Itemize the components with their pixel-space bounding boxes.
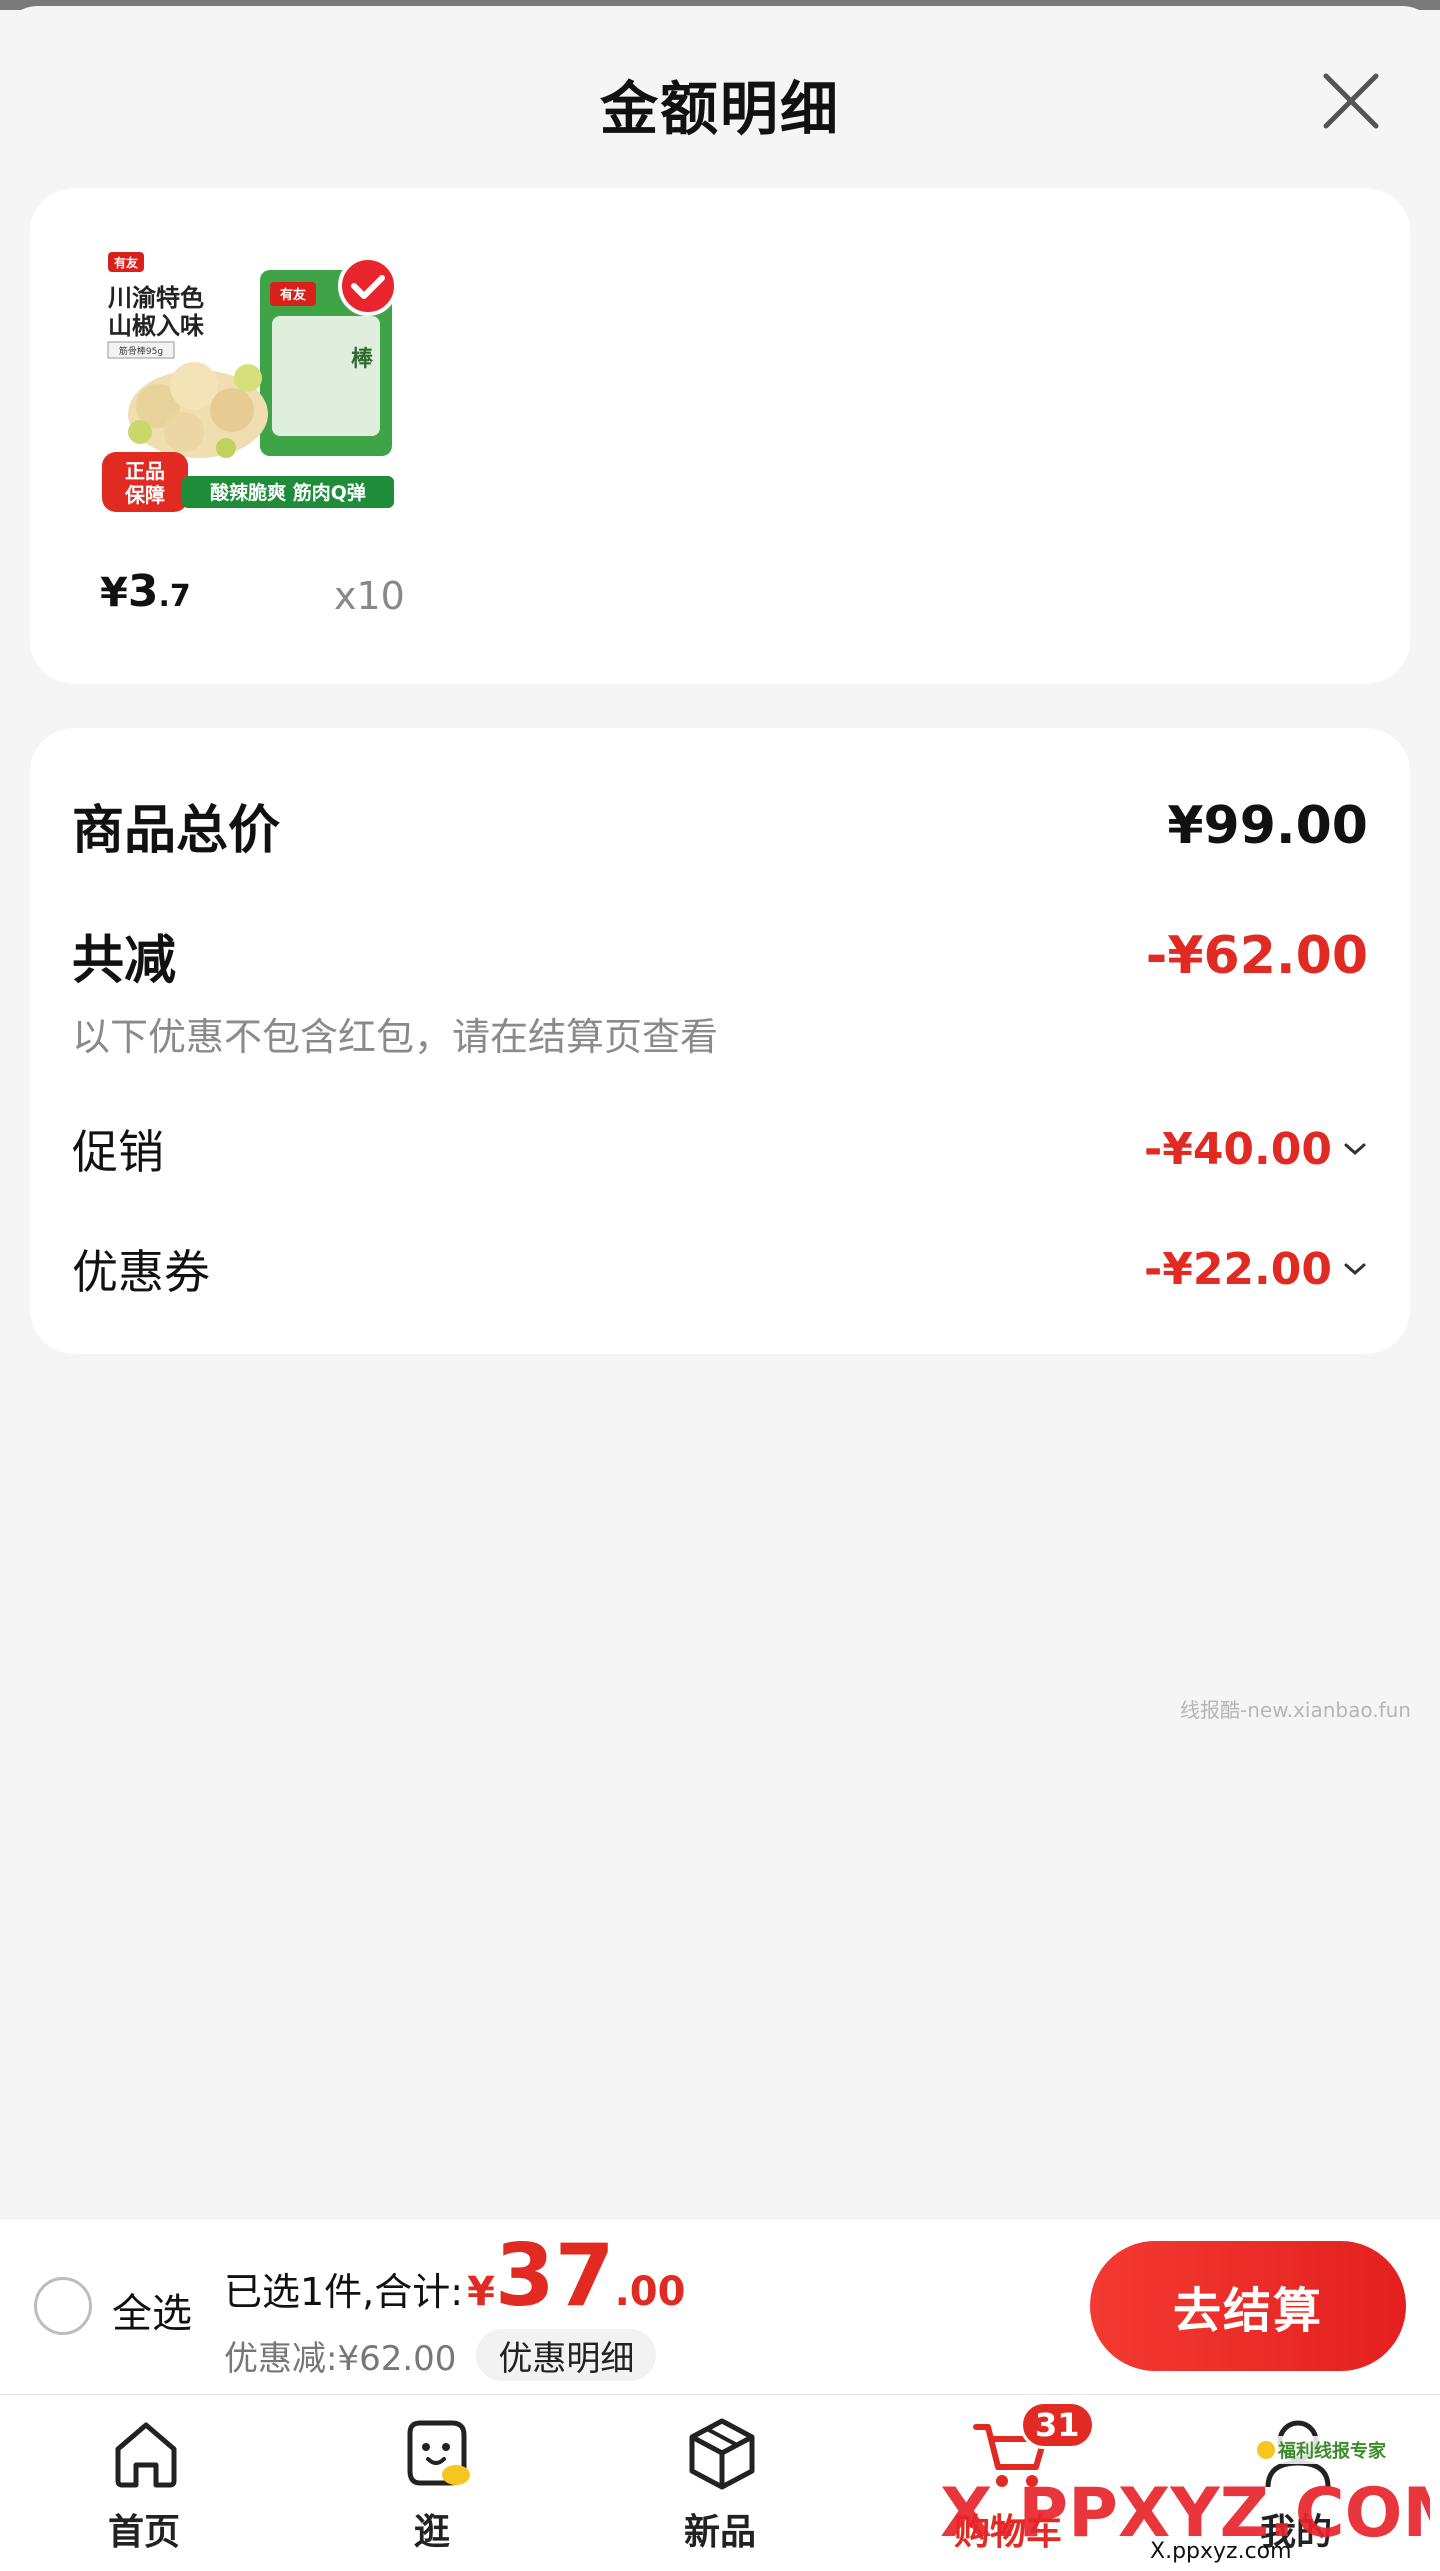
bottom-tab-bar: 首页 逛 新品 31 购物车 我的 xyxy=(0,2394,1440,2571)
chevron-down-icon[interactable] xyxy=(1342,1141,1368,1157)
badge-line1: 正品 xyxy=(125,459,165,483)
tab-label: 购物车 xyxy=(953,2512,1062,2553)
reduce-label: 共减 xyxy=(72,931,177,991)
box-icon xyxy=(689,2418,755,2490)
pack-brand-text: 有友 xyxy=(280,287,306,303)
tab-home[interactable]: 首页 xyxy=(44,2395,244,2571)
tab-label: 我的 xyxy=(1259,2512,1332,2553)
checkout-bar: 全选 已选1件,合计: ¥ 37 .00 优惠减:¥62.00 优惠明细 去结算 xyxy=(0,2218,1440,2394)
product-tagline: 酸辣脆爽 筋肉Q弹 xyxy=(210,481,366,504)
total-value: ¥99.00 xyxy=(1167,795,1368,856)
total-decimal: .00 xyxy=(614,2269,686,2315)
selected-text: 已选1件,合计: xyxy=(224,2270,464,2314)
chevron-down-icon[interactable] xyxy=(1342,1261,1368,1277)
total-yen: ¥ xyxy=(467,2269,495,2315)
total-label: 商品总价 xyxy=(72,801,281,861)
product-image[interactable]: 有友 川渝特色 山椒入味 筋骨棒95g 有友 棒 正品 保障 酸辣脆爽 筋肉Q弹 xyxy=(98,246,398,516)
tab-new[interactable]: 新品 xyxy=(620,2395,820,2571)
product-card: 有友 川渝特色 山椒入味 筋骨棒95g 有友 棒 正品 保障 酸辣脆爽 筋肉Q弹… xyxy=(30,188,1410,684)
price-summary-card: 商品总价 ¥99.00 共减 -¥62.00 以下优惠不包含红包，请在结算页查看… xyxy=(30,728,1410,1354)
tab-label: 逛 xyxy=(413,2512,450,2553)
close-icon[interactable] xyxy=(1318,68,1384,134)
product-line2: 山椒入味 xyxy=(108,312,204,340)
select-all-radio[interactable] xyxy=(34,2277,92,2335)
promo-label: 促销 xyxy=(72,1125,164,1179)
promo-row[interactable]: 促销 -¥40.00 xyxy=(72,1116,1368,1182)
product-spec: 筋骨棒95g xyxy=(119,345,163,357)
reduce-value: -¥62.00 xyxy=(1145,925,1368,986)
total-row: 商品总价 ¥99.00 xyxy=(72,788,1368,863)
page: 金额明细 有友 川渝特色 山椒入味 筋骨棒95g 有友 棒 正品 保障 酸辣脆爽… xyxy=(0,0,1440,2571)
cart-badge: 31 xyxy=(1020,2401,1095,2449)
product-quantity: x10 xyxy=(334,574,405,618)
tab-label: 首页 xyxy=(107,2512,180,2553)
price-integer: 3 xyxy=(127,566,159,617)
discount-amount: 优惠减:¥62.00 xyxy=(224,2338,457,2379)
selected-summary: 已选1件,合计: ¥ 37 .00 xyxy=(224,2233,685,2319)
badge-line2: 保障 xyxy=(124,483,165,507)
tab-explore[interactable]: 逛 xyxy=(332,2395,532,2571)
sheet-title: 金额明细 xyxy=(599,75,840,143)
product-brand-text: 有友 xyxy=(114,255,138,270)
promo-value: -¥40.00 xyxy=(1143,1123,1332,1175)
home-icon xyxy=(115,2422,177,2488)
amount-detail-sheet: 金额明细 有友 川渝特色 山椒入味 筋骨棒95g 有友 棒 正品 保障 酸辣脆爽… xyxy=(0,6,1440,2221)
explore-icon xyxy=(407,2420,470,2486)
price-symbol: ¥ xyxy=(100,570,128,616)
checkout-button[interactable]: 去结算 xyxy=(1090,2241,1406,2371)
reduce-row: 共减 -¥62.00 xyxy=(72,918,1368,993)
total-integer: 37 xyxy=(494,2226,615,2326)
pack-text: 棒 xyxy=(351,347,374,372)
product-price: ¥ 3 .7 xyxy=(100,566,191,636)
discount-line: 优惠减:¥62.00 优惠明细 xyxy=(224,2329,657,2381)
coupon-value: -¥22.00 xyxy=(1143,1243,1332,1295)
watermark-text: 线报酷-new.xianbao.fun xyxy=(1180,1698,1411,1722)
coupon-label: 优惠券 xyxy=(72,1245,210,1299)
discount-detail-chip[interactable]: 优惠明细 xyxy=(476,2329,657,2381)
discount-note: 以下优惠不包含红包，请在结算页查看 xyxy=(72,1015,719,1059)
product-line1: 川渝特色 xyxy=(108,284,204,312)
price-decimal: .7 xyxy=(158,579,191,614)
select-all-label[interactable]: 全选 xyxy=(112,2281,192,2339)
coupon-row[interactable]: 优惠券 -¥22.00 xyxy=(72,1236,1368,1302)
coupon-value-group: -¥22.00 xyxy=(1144,1244,1368,1295)
tab-profile[interactable]: 我的 xyxy=(1196,2395,1396,2571)
profile-icon xyxy=(1265,2420,1331,2488)
tab-cart[interactable]: 31 购物车 xyxy=(908,2395,1108,2571)
promo-value-group: -¥40.00 xyxy=(1144,1124,1368,1175)
tab-label: 新品 xyxy=(683,2512,756,2553)
